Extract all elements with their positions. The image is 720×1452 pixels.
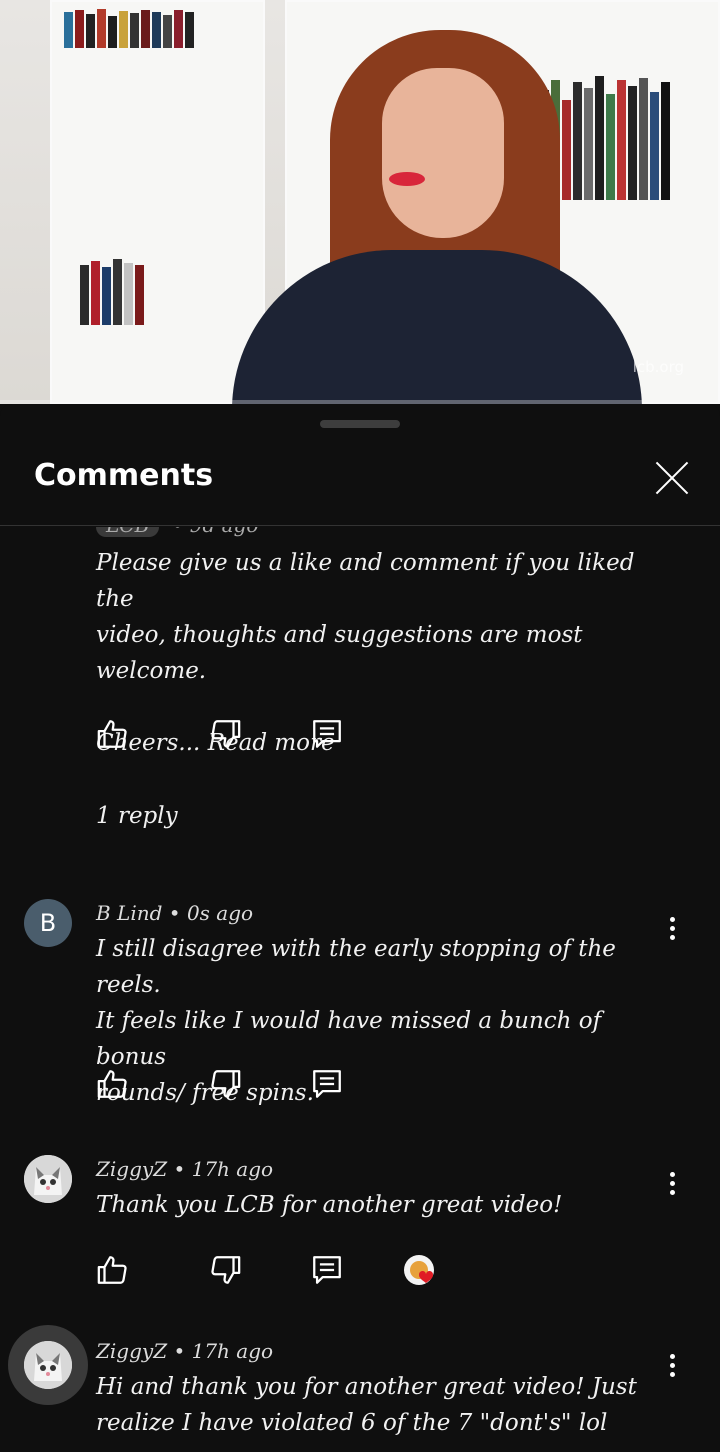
comment-author[interactable]: ZiggyZ (96, 1157, 167, 1181)
comment-age: 0s ago (186, 901, 254, 925)
comment-age: 17h ago (191, 1157, 274, 1181)
cat-avatar-icon (24, 1341, 72, 1389)
comment-author[interactable]: B Lind (96, 901, 162, 925)
dislike-icon[interactable] (208, 1253, 242, 1287)
comments-header: Comments (0, 444, 720, 526)
close-icon[interactable] (648, 454, 696, 502)
comments-list[interactable]: LCB • 9d ago Please give us a like and c… (0, 527, 720, 1452)
reply-icon[interactable] (310, 1067, 344, 1101)
comments-title: Comments (34, 458, 214, 493)
comments-sheet: Comments LCB • 9d ago Please give us a l… (0, 404, 720, 1452)
reply-icon[interactable] (310, 1253, 344, 1287)
comment-text: Thank you LCB for another great video! (96, 1192, 563, 1218)
comment-meta: B Lind • 0s ago (96, 901, 254, 925)
presenter-face (382, 68, 504, 238)
comment-meta: ZiggyZ • 17h ago (96, 1339, 274, 1363)
comment-actions (96, 1253, 496, 1293)
creator-heart-icon (402, 1253, 442, 1293)
drag-handle[interactable] (320, 420, 400, 428)
books-row (64, 8, 194, 48)
comment-actions (96, 1067, 496, 1107)
like-icon[interactable] (96, 1253, 130, 1287)
comment-text: Hi and thank you for another great video… (96, 1374, 637, 1436)
presenter-lips (389, 172, 425, 186)
cat-avatar-icon (24, 1155, 72, 1203)
avatar[interactable] (24, 1155, 72, 1203)
replies-link[interactable]: 1 reply (96, 803, 178, 829)
author-badge[interactable]: LCB (96, 527, 160, 537)
pinned-comment-meta: LCB • 9d ago (96, 527, 258, 537)
video-player[interactable]: lcb.org (0, 0, 720, 404)
books-row (80, 255, 144, 325)
comment-meta: ZiggyZ • 17h ago (96, 1157, 274, 1181)
like-icon[interactable] (96, 717, 130, 751)
comment-actions (96, 717, 496, 757)
avatar[interactable] (24, 1341, 72, 1389)
avatar[interactable]: B (24, 899, 72, 947)
like-icon[interactable] (96, 1067, 130, 1101)
dislike-icon[interactable] (208, 1067, 242, 1101)
bookshelf-left (50, 0, 265, 404)
dislike-icon[interactable] (208, 717, 242, 751)
video-watermark: lcb.org (632, 358, 684, 376)
reply-icon[interactable] (310, 717, 344, 751)
comment-author[interactable]: ZiggyZ (96, 1339, 167, 1363)
comment-age: 17h ago (191, 1339, 274, 1363)
